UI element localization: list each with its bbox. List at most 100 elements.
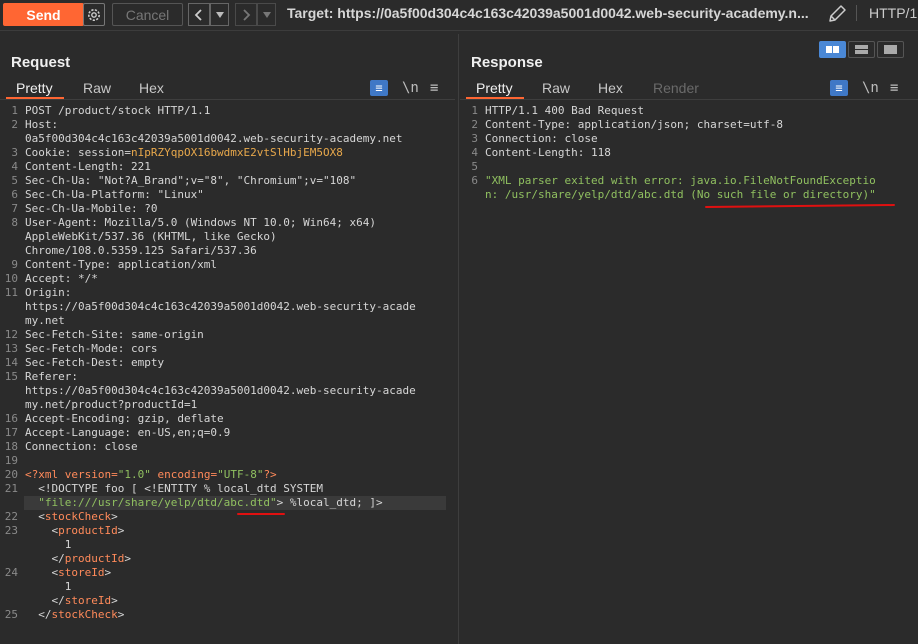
code-token: Chrome/108.0.5359.125 Safari/537.36 bbox=[25, 244, 257, 257]
code-token: <!DOCTYPE foo [ <!ENTITY % local_dtd SYS… bbox=[25, 482, 324, 495]
code-line: <productId> bbox=[25, 524, 124, 538]
tab-request-hex[interactable]: Hex bbox=[139, 80, 164, 96]
code-line: Origin: bbox=[25, 286, 71, 300]
line-number: 4 bbox=[471, 146, 478, 159]
code-token: </ bbox=[25, 594, 65, 607]
tab-response-raw[interactable]: Raw bbox=[542, 80, 570, 96]
code-token: Connection: close bbox=[25, 440, 138, 453]
code-line: https://0a5f00d304c4c163c42039a5001d0042… bbox=[25, 300, 416, 314]
code-token: n: /usr/share/yelp/dtd/abc.dtd (No such … bbox=[485, 188, 876, 201]
columns-icon bbox=[826, 46, 839, 53]
layout-stacked-button[interactable] bbox=[848, 41, 875, 58]
response-title: Response bbox=[471, 54, 543, 71]
code-token: AppleWebKit/537.36 (KHTML, like Gecko) bbox=[25, 230, 277, 243]
line-number: 5 bbox=[11, 174, 18, 187]
code-line: Host: bbox=[25, 118, 58, 132]
wrap-icon: ≡ bbox=[375, 81, 383, 95]
back-history-dropdown[interactable] bbox=[210, 3, 229, 26]
edit-target-button[interactable] bbox=[826, 3, 848, 25]
pane-divider[interactable] bbox=[458, 34, 459, 644]
code-token: HTTP/1.1 400 Bad Request bbox=[485, 104, 644, 117]
request-menu-button[interactable]: ≡ bbox=[430, 80, 448, 96]
line-number: 22 bbox=[4, 510, 18, 523]
code-line: my.net/product?productId=1 bbox=[25, 398, 197, 412]
request-title: Request bbox=[11, 54, 71, 71]
code-token: Sec-Fetch-Mode: cors bbox=[25, 342, 158, 355]
layout-tabs-button[interactable] bbox=[877, 41, 904, 58]
code-token: Sec-Ch-Ua-Platform: "Linux" bbox=[25, 188, 204, 201]
line-number: 1 bbox=[471, 104, 478, 117]
settings-button[interactable] bbox=[83, 3, 105, 26]
code-token: my.net bbox=[25, 314, 65, 327]
code-token: stockCheck bbox=[51, 608, 118, 621]
code-line: n: /usr/share/yelp/dtd/abc.dtd (No such … bbox=[485, 188, 876, 202]
response-show-newlines-toggle[interactable]: \n bbox=[862, 80, 880, 96]
layout-side-by-side-button[interactable] bbox=[819, 41, 846, 58]
code-line: Content-Type: application/json; charset=… bbox=[485, 118, 783, 132]
caret-down-icon bbox=[262, 11, 271, 18]
line-number: 8 bbox=[11, 216, 18, 229]
request-editor[interactable]: 1 POST /product/stock HTTP/1.1 2 Host: 0a5f0… bbox=[0, 104, 455, 634]
code-line: https://0a5f00d304c4c163c42039a5001d0042… bbox=[25, 384, 416, 398]
tab-response-render[interactable]: Render bbox=[653, 80, 699, 96]
code-line: Content-Length: 118 bbox=[485, 146, 611, 160]
request-tabbar-border bbox=[0, 99, 455, 100]
line-number: 23 bbox=[4, 524, 18, 537]
line-number: 3 bbox=[11, 146, 18, 159]
toolbar-divider bbox=[0, 30, 918, 31]
http-protocol-label[interactable]: HTTP/1 bbox=[856, 5, 917, 21]
gear-icon bbox=[88, 8, 100, 21]
code-token: Accept-Encoding: gzip, deflate bbox=[25, 412, 224, 425]
code-token: Content-Length: 118 bbox=[485, 146, 611, 159]
response-menu-button[interactable]: ≡ bbox=[890, 80, 908, 96]
code-line: Sec-Ch-Ua-Platform: "Linux" bbox=[25, 188, 204, 202]
code-token: > bbox=[117, 524, 125, 537]
show-newlines-toggle[interactable]: \n bbox=[402, 80, 420, 96]
code-line: Connection: close bbox=[485, 132, 598, 146]
code-token: storeId bbox=[64, 594, 112, 607]
tab-response-hex[interactable]: Hex bbox=[598, 80, 623, 96]
code-token: 1 bbox=[25, 538, 72, 551]
line-number: 9 bbox=[11, 258, 18, 271]
wrap-lines-toggle[interactable]: ≡ bbox=[370, 80, 388, 96]
code-token: storeId bbox=[58, 566, 105, 579]
line-number: 3 bbox=[471, 132, 478, 145]
code-token: > bbox=[111, 510, 118, 523]
response-tabbar-border bbox=[460, 99, 918, 100]
tab-response-pretty[interactable]: Pretty bbox=[476, 80, 513, 96]
line-number: 6 bbox=[471, 174, 478, 187]
tab-request-pretty[interactable]: Pretty bbox=[16, 80, 53, 96]
code-line: Sec-Fetch-Site: same-origin bbox=[25, 328, 204, 342]
line-number: 12 bbox=[4, 328, 18, 341]
back-button[interactable] bbox=[188, 3, 210, 26]
cancel-button[interactable]: Cancel bbox=[112, 3, 183, 26]
line-number: 6 bbox=[11, 188, 18, 201]
line-number: 11 bbox=[4, 286, 18, 299]
line-number: 20 bbox=[4, 468, 18, 481]
code-line: HTTP/1.1 400 Bad Request bbox=[485, 104, 644, 118]
forward-button[interactable] bbox=[235, 3, 257, 26]
code-line: </stockCheck> bbox=[25, 608, 124, 622]
code-token: </ bbox=[25, 608, 52, 621]
tab-request-raw[interactable]: Raw bbox=[83, 80, 111, 96]
forward-history-dropdown[interactable] bbox=[257, 3, 276, 26]
line-number: 18 bbox=[4, 440, 18, 453]
code-token: "file:///usr/share/yelp/dtd/abc.dtd" bbox=[38, 496, 277, 509]
code-token: 0a5f00d304c4c163c42039a5001d0042.web-sec… bbox=[25, 132, 403, 145]
code-token: Content-Type: application/xml bbox=[25, 258, 218, 271]
response-wrap-lines-toggle[interactable]: ≡ bbox=[830, 80, 848, 96]
line-number: 13 bbox=[4, 342, 18, 355]
code-line: <!DOCTYPE foo [ <!ENTITY % local_dtd SYS… bbox=[25, 482, 323, 496]
code-line: Sec-Fetch-Dest: empty bbox=[25, 356, 164, 370]
send-button[interactable]: Send bbox=[3, 3, 84, 26]
chevron-left-icon bbox=[194, 8, 202, 21]
code-token: Sec-Ch-Ua-Mobile: ?0 bbox=[25, 202, 158, 215]
code-token: https://0a5f00d304c4c163c42039a5001d0042… bbox=[25, 300, 416, 313]
code-line: 1 bbox=[25, 538, 72, 552]
code-line: 0a5f00d304c4c163c42039a5001d0042.web-sec… bbox=[25, 132, 403, 146]
code-line: Connection: close bbox=[25, 440, 138, 454]
code-line: Sec-Fetch-Mode: cors bbox=[25, 342, 157, 356]
code-line: Content-Type: application/xml bbox=[25, 258, 217, 272]
rows-icon bbox=[855, 45, 868, 54]
